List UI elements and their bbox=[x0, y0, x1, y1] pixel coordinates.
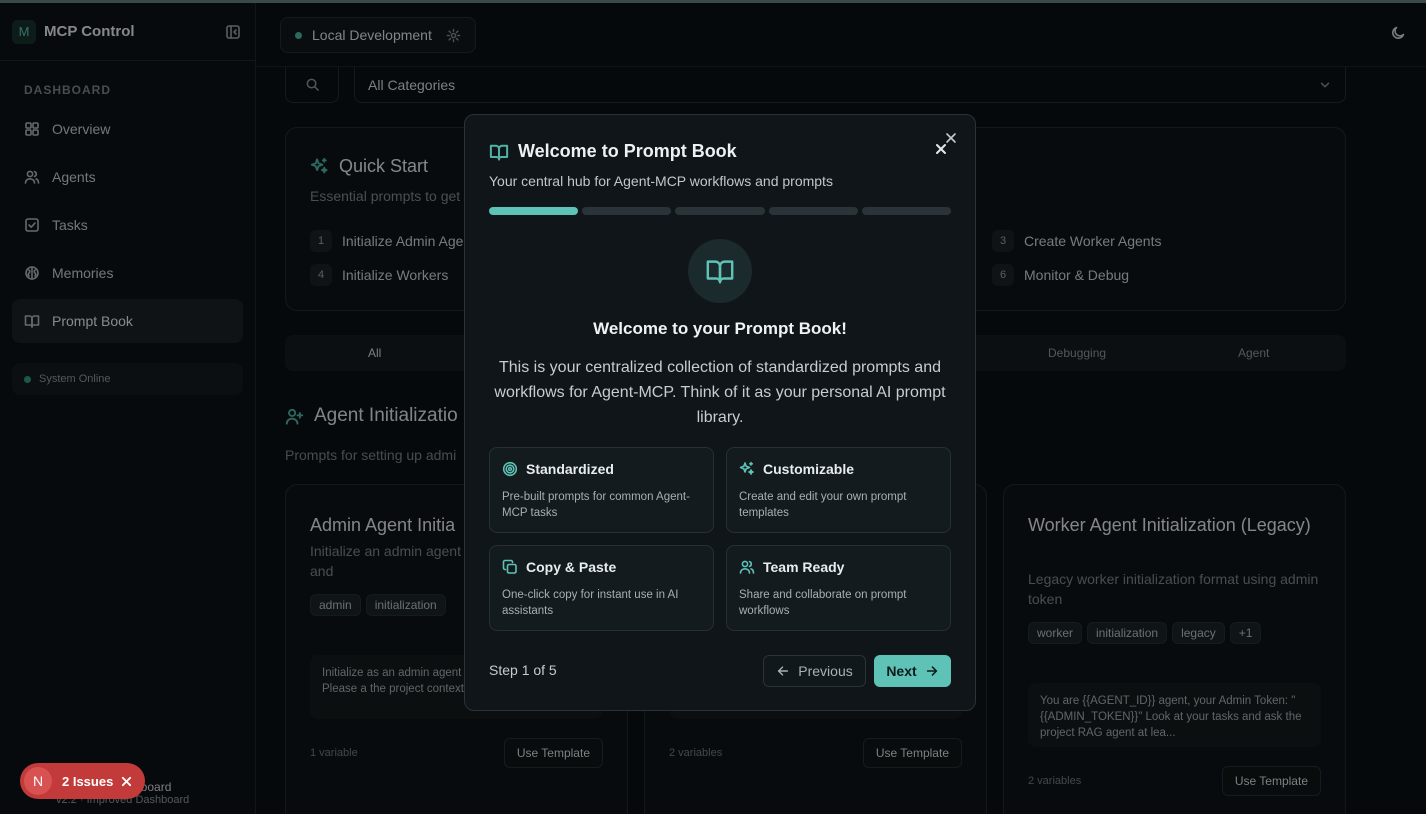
issues-badge[interactable]: N 2 Issues bbox=[20, 763, 145, 799]
dev-tools-logo[interactable]: N bbox=[24, 767, 52, 795]
issues-count[interactable]: 2 Issues bbox=[62, 774, 113, 789]
feature-title: Copy & Paste bbox=[526, 559, 617, 575]
dialog-subtitle: Your central hub for Agent-MCP workflows… bbox=[489, 173, 833, 189]
feature-description: Pre-built prompts for common Agent-MCP t… bbox=[502, 491, 690, 519]
progress-segment bbox=[582, 207, 672, 215]
feature-title: Team Ready bbox=[763, 559, 845, 575]
book-open-icon bbox=[489, 142, 518, 162]
copy-icon bbox=[502, 559, 526, 575]
previous-button[interactable]: Previous bbox=[763, 655, 866, 687]
dialog-body: This is your centralized collection of s… bbox=[494, 359, 946, 426]
target-icon bbox=[502, 461, 526, 477]
progress-segment bbox=[675, 207, 765, 215]
dialog-heading: Welcome to your Prompt Book! bbox=[593, 319, 847, 338]
feature-description: One-click copy for instant use in AI ass… bbox=[502, 589, 679, 617]
feature-title: Standardized bbox=[526, 461, 614, 477]
close-icon[interactable] bbox=[121, 776, 132, 787]
feature-description: Create and edit your own prompt template… bbox=[739, 491, 907, 519]
sparkles-icon bbox=[739, 461, 763, 477]
feature-card-standardized: Standardized Pre-built prompts for commo… bbox=[489, 447, 714, 533]
next-button[interactable]: Next bbox=[874, 655, 951, 687]
arrow-right-icon bbox=[917, 664, 939, 678]
feature-description: Share and collaborate on prompt workflow… bbox=[739, 589, 907, 617]
progress-segment bbox=[489, 207, 579, 215]
feature-title: Customizable bbox=[763, 461, 855, 477]
close-button[interactable] bbox=[935, 143, 947, 155]
step-indicator: Step 1 of 5 bbox=[489, 662, 557, 678]
welcome-dialog: Welcome to Prompt Book Your central hub … bbox=[464, 114, 976, 711]
dialog-title: Welcome to Prompt Book bbox=[489, 141, 737, 162]
progress-segment bbox=[768, 207, 858, 215]
arrow-left-icon bbox=[776, 664, 798, 678]
book-open-icon bbox=[688, 239, 752, 303]
feature-card-customizable: Customizable Create and edit your own pr… bbox=[726, 447, 951, 533]
progress-segment bbox=[861, 207, 952, 215]
feature-card-copy-paste: Copy & Paste One-click copy for instant … bbox=[489, 545, 714, 631]
users-icon bbox=[739, 559, 763, 575]
step-progress bbox=[489, 207, 952, 215]
feature-card-team-ready: Team Ready Share and collaborate on prom… bbox=[726, 545, 951, 631]
